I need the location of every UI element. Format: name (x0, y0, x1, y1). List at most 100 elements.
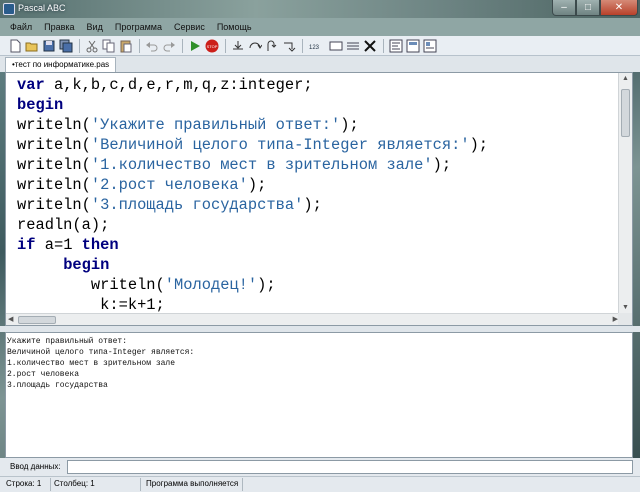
code-string: '1.количество мест в зрительном зале' (90, 156, 433, 174)
data-input-field[interactable] (67, 460, 633, 474)
code-text-segment: writeln( (17, 276, 165, 294)
form-icon[interactable] (406, 39, 420, 53)
code-text-segment: ); (469, 136, 489, 154)
status-bar: Строка: 1 Столбец: 1 Программа выполняет… (0, 476, 640, 492)
save-icon[interactable] (42, 39, 56, 53)
code-line[interactable]: writeln('Укажите правильный ответ:'); (17, 115, 617, 135)
code-line[interactable]: begin (17, 95, 617, 115)
toolbar-separator (383, 38, 384, 53)
code-text-segment: writeln( (17, 136, 91, 154)
code-text-segment (17, 256, 63, 274)
status-column: Столбец: 1 (54, 479, 95, 488)
status-separator (50, 478, 51, 491)
code-line[interactable]: writeln('1.количество мест в зрительном … (17, 155, 617, 175)
cut-icon[interactable] (85, 39, 99, 53)
toolbar-separator (302, 38, 303, 53)
horizontal-scrollbar[interactable]: ◀ ▶ (6, 313, 620, 325)
code-line[interactable]: writeln('3.площадь государства'); (17, 195, 617, 215)
minimize-button[interactable]: – (552, 0, 576, 16)
step-out-icon[interactable] (265, 39, 279, 53)
code-line[interactable]: begin (17, 255, 617, 275)
code-text-segment: ); (257, 276, 276, 294)
code-string: '3.площадь государства' (90, 196, 304, 214)
paste-icon[interactable] (119, 39, 133, 53)
menu-edit[interactable]: Правка (38, 22, 80, 32)
menu-service[interactable]: Сервис (168, 22, 211, 32)
code-text-segment: ); (303, 196, 322, 214)
numbers-icon[interactable]: 123 (308, 39, 326, 53)
input-row: Ввод данных: (0, 458, 640, 476)
code-text[interactable]: var a,k,b,c,d,e,r,m,q,z:integer; begin wri… (17, 73, 617, 313)
save-all-icon[interactable] (59, 39, 73, 53)
numbers-icon-label: 123 (309, 45, 320, 51)
menu-program[interactable]: Программа (109, 22, 168, 32)
scrollbar-corner (618, 313, 632, 325)
menu-view[interactable]: Вид (81, 22, 109, 32)
vertical-scrollbar[interactable]: ▲ ▼ (618, 73, 632, 313)
step-over-icon[interactable] (248, 39, 262, 53)
code-line[interactable]: var a,k,b,c,d,e,r,m,q,z:integer; (17, 75, 617, 95)
copy-icon[interactable] (102, 39, 116, 53)
code-text-segment: ); (340, 116, 359, 134)
list-icon[interactable] (346, 39, 360, 53)
input-label: Ввод данных: (10, 462, 61, 471)
toolbar-separator (139, 38, 140, 53)
menu-file[interactable]: Файл (4, 22, 38, 32)
code-line[interactable]: writeln('Величиной целого типа-Integer я… (17, 135, 617, 155)
undo-icon[interactable] (145, 39, 159, 53)
code-line[interactable]: if a=1 then (17, 235, 617, 255)
output-line: Величиной целого типа-Integer является: (7, 348, 195, 357)
code-string: '2.рост человека' (90, 176, 248, 194)
code-text-segment: readln(a); (17, 216, 110, 234)
code-keyword: begin (17, 96, 64, 114)
open-folder-icon[interactable] (25, 39, 39, 53)
toolbar: STOP 123 (0, 36, 640, 56)
code-text-segment: k:=k+1; (17, 296, 165, 313)
scroll-down-icon[interactable]: ▼ (622, 304, 629, 311)
menu-help[interactable]: Помощь (211, 22, 258, 32)
window-controls: – □ ✕ (552, 0, 638, 17)
menu-bar: Файл Правка Вид Программа Сервис Помощь (0, 18, 640, 36)
code-line[interactable]: readln(a); (17, 215, 617, 235)
format-icon[interactable] (389, 39, 403, 53)
status-separator (242, 478, 243, 491)
redo-icon[interactable] (162, 39, 176, 53)
code-text-segment: a=1 (35, 236, 82, 254)
code-line[interactable]: k:=k+1; (17, 295, 617, 313)
tab-strip: •тест по информатике.pas (0, 56, 640, 72)
scroll-up-icon[interactable]: ▲ (622, 75, 629, 82)
stop-icon-label: STOP (207, 44, 218, 49)
toolbar-separator (79, 38, 80, 53)
delete-icon[interactable] (363, 39, 377, 53)
code-text-segment: ); (432, 156, 452, 174)
code-line[interactable]: writeln('Молодец!'); (17, 275, 617, 295)
run-icon[interactable] (188, 39, 202, 53)
output-line: Укажите правильный ответ: (7, 337, 128, 346)
status-separator (140, 478, 141, 491)
stop-icon[interactable]: STOP (205, 39, 219, 53)
code-string: 'Укажите правильный ответ:' (90, 116, 341, 134)
code-text-segment: writeln( (17, 116, 91, 134)
horizontal-scroll-thumb[interactable] (18, 316, 56, 324)
status-line: Строка: 1 (6, 479, 42, 488)
code-line[interactable]: writeln('2.рост человека'); (17, 175, 617, 195)
code-text-segment: a,k,b,c,d,e,r,m,q,z:integer; (44, 76, 313, 94)
maximize-button[interactable]: □ (576, 0, 600, 16)
step-into-icon[interactable] (231, 39, 245, 53)
code-editor[interactable]: var a,k,b,c,d,e,r,m,q,z:integer; begin wri… (5, 72, 633, 326)
tab-current-file[interactable]: •тест по информатике.pas (5, 57, 117, 72)
window-title: Pascal ABC (18, 3, 66, 13)
run-to-cursor-icon[interactable] (282, 39, 296, 53)
vertical-scroll-thumb[interactable] (621, 89, 630, 137)
toolbar-separator (225, 38, 226, 53)
title-bar: Pascal ABC – □ ✕ (0, 0, 640, 18)
window-icon[interactable] (329, 39, 343, 53)
code-text-segment: writeln( (17, 156, 91, 174)
scroll-left-icon[interactable]: ◀ (8, 315, 13, 323)
new-file-icon[interactable] (8, 39, 22, 53)
code-string: 'Величиной целого типа-Integer является:… (90, 136, 470, 154)
module-icon[interactable] (423, 39, 437, 53)
code-keyword: var (17, 76, 45, 94)
app-icon (3, 3, 15, 15)
close-button[interactable]: ✕ (600, 0, 638, 16)
